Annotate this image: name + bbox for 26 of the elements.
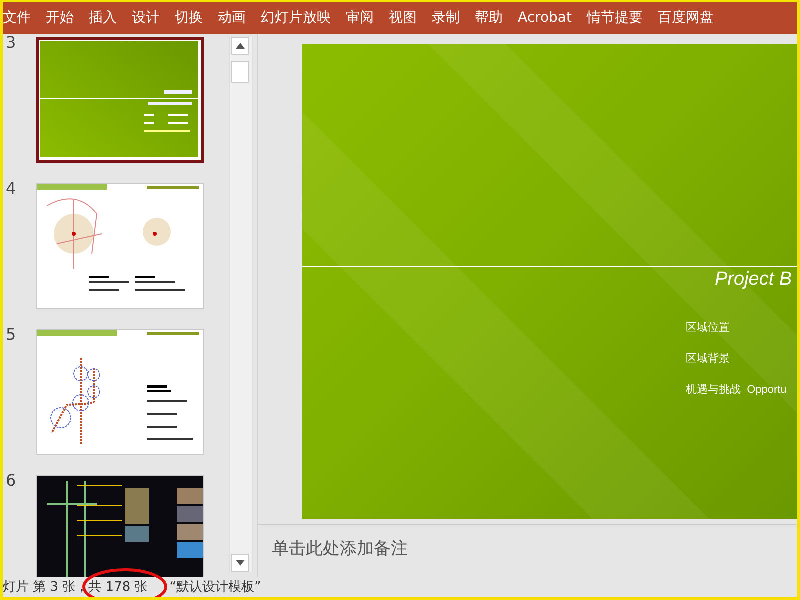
ribbon-tab[interactable]: 插入: [81, 9, 124, 27]
slide-bullet-text: 机遇与挑战 Opportu: [686, 383, 787, 397]
slide-number: 3: [5, 35, 18, 51]
ribbon-tab[interactable]: 切换: [167, 9, 210, 27]
slide-bullet-text: 区域背景: [686, 352, 730, 366]
ribbon-tab[interactable]: 幻灯片放映: [253, 9, 338, 27]
ribbon-tab[interactable]: 文件: [3, 9, 38, 27]
slide-title: Project B: [715, 269, 792, 291]
slide-count-status: 灯片 第 3 张，共 178 张: [3, 579, 148, 596]
slide-number: 6: [5, 473, 18, 489]
slide-number: 4: [5, 181, 18, 197]
ribbon-tab[interactable]: 录制: [424, 9, 467, 27]
scroll-thumb[interactable]: [231, 61, 249, 83]
ribbon-tab[interactable]: 开始: [38, 9, 81, 27]
theme-name-status: “默认设计模板”: [170, 579, 262, 596]
ribbon-tab[interactable]: 百度网盘: [650, 9, 721, 27]
ribbon-tab[interactable]: 情节提要: [579, 9, 650, 27]
ribbon-tab[interactable]: Acrobat: [510, 10, 579, 26]
ribbon-tab[interactable]: 审阅: [338, 9, 381, 27]
ribbon-tab[interactable]: 视图: [381, 9, 424, 27]
vertical-scrollbar[interactable]: [229, 37, 253, 572]
ribbon-tab[interactable]: 动画: [210, 9, 253, 27]
slide-number: 5: [5, 327, 18, 343]
ribbon-tab[interactable]: 设计: [124, 9, 167, 27]
ribbon-tab[interactable]: 帮助: [467, 9, 510, 27]
slide-bullet-text: 区域位置: [686, 321, 730, 335]
